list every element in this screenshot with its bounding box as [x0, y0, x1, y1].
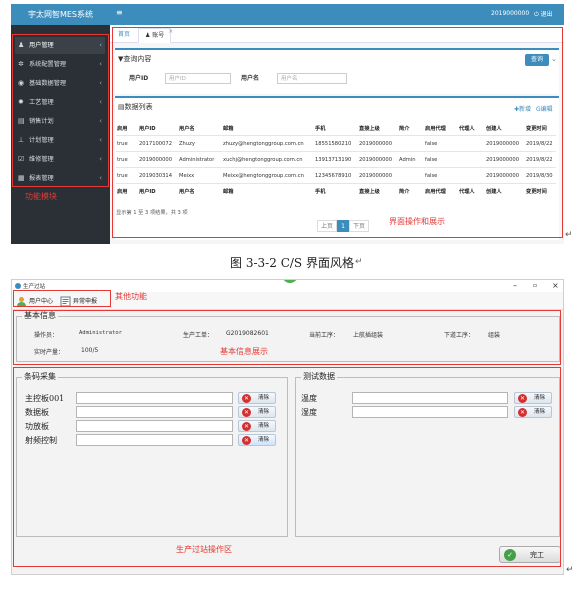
top-navbar: ≡ 2019000000 ⏻ 退出: [110, 4, 564, 25]
maximize-icon[interactable]: ▫: [533, 280, 537, 292]
logout-link[interactable]: ⏻ 退出: [534, 9, 553, 19]
paragraph-mark: ↵: [566, 565, 574, 575]
annotation-box-menu: [12, 34, 109, 187]
paragraph-mark: ↵: [565, 230, 573, 240]
annotation-box-toolbar: [13, 290, 111, 307]
annotation-menu-module: 功能模块: [25, 192, 57, 201]
annotation-interface-ops: 界面操作和展示: [389, 217, 445, 226]
close-icon[interactable]: ×: [552, 280, 559, 292]
annotation-box-interface: [112, 27, 563, 238]
figure-caption: 图 3-3-2 C/S 界面风格: [230, 256, 354, 270]
annotation-box-basic-info: [13, 310, 561, 365]
minimize-icon[interactable]: –: [513, 280, 517, 292]
annotation-operation-area: 生产过站操作区: [176, 545, 232, 554]
annotation-box-operation-area: [13, 367, 561, 567]
menu-toggle-icon[interactable]: ≡: [116, 8, 123, 17]
window-title: 生产过站: [23, 284, 46, 290]
brand-title: 宇太网智MES系统: [11, 4, 110, 25]
annotation-basic-info-display: 基本信息展示: [220, 347, 268, 356]
logout-icon: ⏻: [534, 11, 541, 18]
annotation-other-functions: 其他功能: [115, 292, 147, 301]
paragraph-mark: ↵: [355, 257, 363, 267]
app-icon: [15, 283, 21, 289]
header-user[interactable]: 2019000000: [491, 10, 529, 17]
